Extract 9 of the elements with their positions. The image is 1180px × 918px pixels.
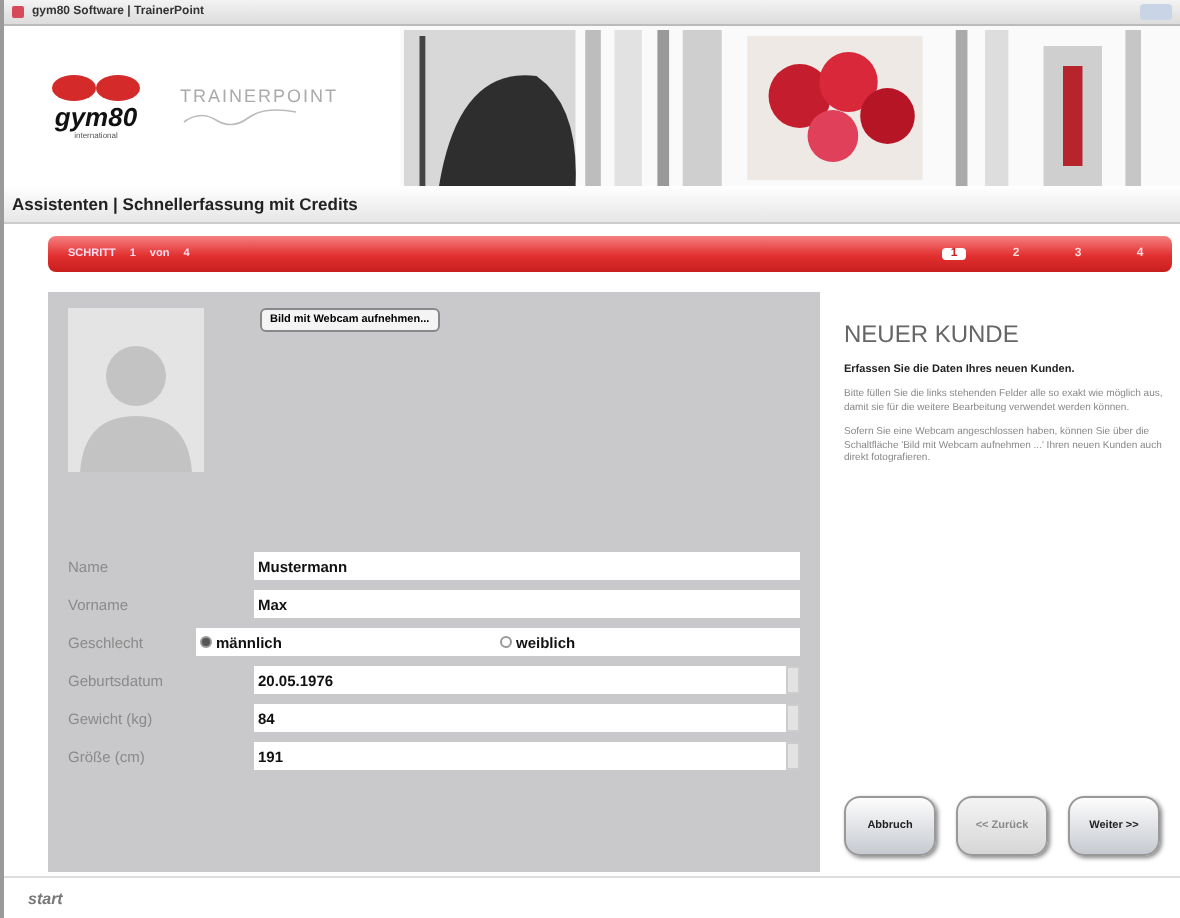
product-name: TRAINERPOINT xyxy=(180,86,339,106)
start-logo[interactable]: start xyxy=(28,889,63,907)
signature-icon xyxy=(180,106,300,126)
section-title: Assistenten | Schnellerfassung mit Credits xyxy=(4,186,1180,224)
app-icon xyxy=(12,6,24,18)
info-heading: NEUER KUNDE xyxy=(844,320,1021,348)
logo-icon xyxy=(50,73,142,101)
logo-text: gym80 xyxy=(54,103,138,129)
avatar-icon xyxy=(68,308,204,472)
